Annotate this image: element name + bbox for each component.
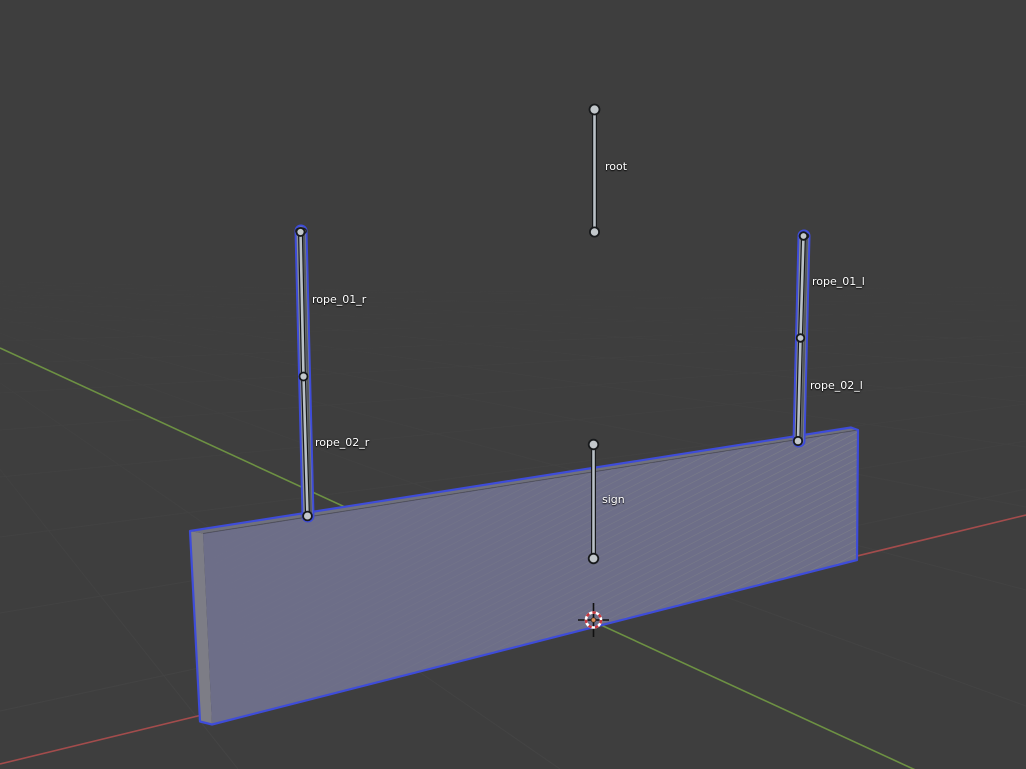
viewport-3d[interactable]: root rope_01_r rope_02_r rope_01_l rope_…	[0, 0, 1026, 769]
bone-root[interactable]	[590, 105, 600, 237]
bone-rope-01-r[interactable]	[301, 232, 304, 377]
bone-rope-02-l[interactable]	[798, 338, 801, 441]
scene-canvas[interactable]	[0, 0, 1026, 769]
bone-rope-01-l[interactable]	[801, 236, 804, 338]
sign-board-mesh[interactable]	[190, 428, 858, 725]
